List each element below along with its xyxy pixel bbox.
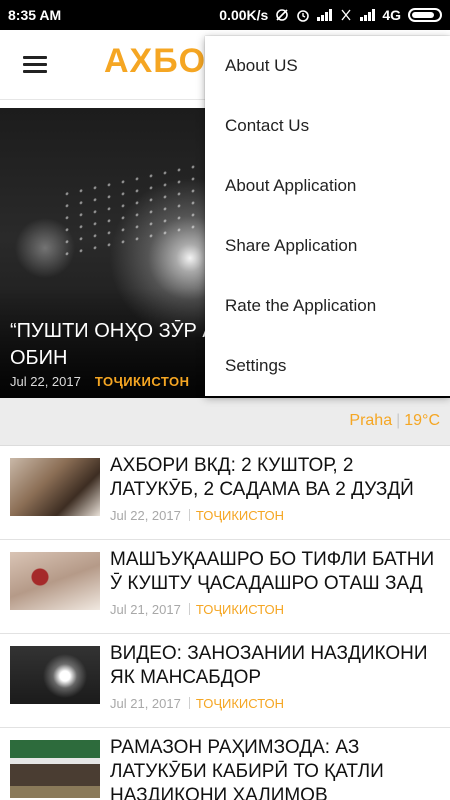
article-category[interactable]: ТОҶИКИСТОН: [196, 602, 284, 617]
article-title: МАШЪУҚААШРО БО ТИФЛИ БАТНИ Ӯ КУШТУ ҶАСАД…: [110, 549, 435, 594]
article-meta: Jul 21, 2017 ТОҶИКИСТОН: [110, 602, 284, 617]
signal-icon: [317, 9, 333, 21]
article-thumbnail: [10, 740, 100, 798]
network-type: 4G: [382, 7, 401, 23]
featured-date: Jul 22, 2017: [10, 374, 81, 389]
meta-divider: [188, 697, 190, 709]
article-title: АХБОРИ ВКД: 2 КУШТОР, 2 ЛАТУКӮБ, 2 САДАМ…: [110, 455, 414, 500]
weather-temp: 19°C: [404, 412, 440, 429]
meta-divider: [188, 509, 190, 521]
signal-icon-2: [360, 9, 376, 21]
weather-strip: Praha | 19°C: [0, 398, 450, 446]
status-icons: 0.00K/s 4G: [219, 7, 442, 23]
list-item[interactable]: АХБОРИ ВКД: 2 КУШТОР, 2 ЛАТУКӮБ, 2 САДАМ…: [0, 446, 450, 540]
status-time: 8:35 AM: [8, 7, 62, 23]
article-meta: Jul 21, 2017 ТОҶИКИСТОН: [110, 696, 284, 711]
weather-city: Praha: [349, 412, 393, 429]
article-category[interactable]: ТОҶИКИСТОН: [196, 696, 284, 711]
menu-icon[interactable]: [23, 56, 47, 74]
article-list: АХБОРИ ВКД: 2 КУШТОР, 2 ЛАТУКӮБ, 2 САДАМ…: [0, 446, 450, 800]
menu-item-settings[interactable]: Settings: [205, 336, 450, 396]
article-thumbnail: [10, 458, 100, 516]
article-date: Jul 22, 2017: [110, 508, 181, 523]
menu-item-rate-application[interactable]: Rate the Application: [205, 276, 450, 336]
list-item[interactable]: РАМАЗОН РАҲИМЗОДА: АЗ ЛАТУКӮБИ КАБИРӢ ТО…: [0, 728, 450, 800]
article-date: Jul 21, 2017: [110, 602, 181, 617]
article-date: Jul 21, 2017: [110, 696, 181, 711]
menu-item-contact-us[interactable]: Contact Us: [205, 96, 450, 156]
status-bar: 8:35 AM 0.00K/s 4G: [0, 0, 450, 30]
battery-icon: [408, 8, 442, 22]
network-speed: 0.00K/s: [219, 7, 269, 23]
menu-item-about-us[interactable]: About US: [205, 36, 450, 96]
alarm-icon: [297, 10, 310, 22]
menu-item-about-application[interactable]: About Application: [205, 156, 450, 216]
overflow-menu: About US Contact Us About Application Sh…: [205, 36, 450, 396]
article-thumbnail: [10, 552, 100, 610]
meta-divider: [188, 603, 190, 615]
article-meta: Jul 22, 2017 ТОҶИКИСТОН: [110, 508, 284, 523]
data-saver-icon: [276, 9, 289, 21]
article-category[interactable]: ТОҶИКИСТОН: [196, 508, 284, 523]
featured-category[interactable]: ТОҶИКИСТОН: [95, 374, 190, 389]
article-title: ВИДЕО: ЗАНОЗАНИИ НАЗДИКОНИ ЯК МАНСАБДОР: [110, 643, 428, 688]
app-title: АХБО: [104, 42, 207, 80]
weather-info: Praha | 19°C: [349, 412, 440, 430]
article-title: РАМАЗОН РАҲИМЗОДА: АЗ ЛАТУКӮБИ КАБИРӢ ТО…: [110, 737, 384, 800]
list-item[interactable]: ВИДЕО: ЗАНОЗАНИИ НАЗДИКОНИ ЯК МАНСАБДОР …: [0, 634, 450, 728]
article-thumbnail: [10, 646, 100, 704]
no-signal-icon: [341, 9, 351, 21]
list-item[interactable]: МАШЪУҚААШРО БО ТИФЛИ БАТНИ Ӯ КУШТУ ҶАСАД…: [0, 540, 450, 634]
menu-item-share-application[interactable]: Share Application: [205, 216, 450, 276]
featured-meta: Jul 22, 2017 ТОҶИКИСТОН: [10, 374, 190, 389]
weather-divider: |: [396, 412, 401, 429]
